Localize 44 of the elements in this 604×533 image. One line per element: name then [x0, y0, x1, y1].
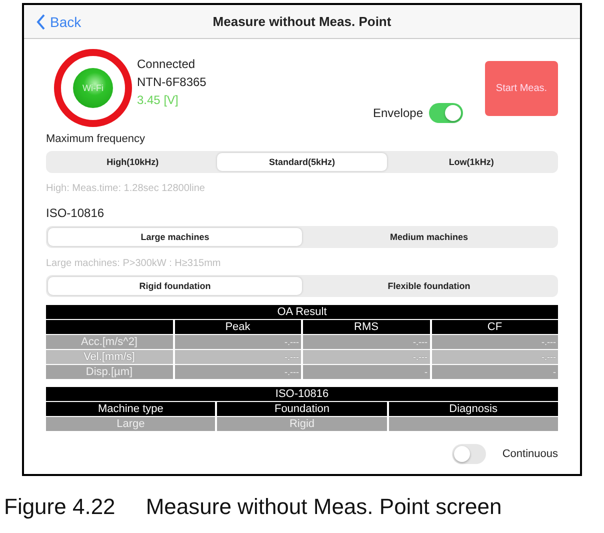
- screen-title: Measure without Meas. Point: [212, 14, 392, 29]
- chevron-left-icon: [36, 14, 46, 30]
- toggle-switch[interactable]: [452, 444, 486, 464]
- section-label: ISO-10816: [46, 206, 106, 220]
- hint-text: High: Meas.time: 1.28sec 12800line: [46, 183, 206, 194]
- table-cell: Large: [46, 417, 216, 431]
- wifi-status-icon: Wi-Fi: [73, 68, 113, 108]
- table-cell: -.---: [432, 350, 558, 364]
- table-cell: -.---: [303, 350, 430, 364]
- table-title: ISO-10816: [46, 387, 558, 401]
- connection-status: Connected: [137, 57, 196, 71]
- table-cell: -.---: [303, 335, 430, 349]
- table-cell: -.---: [174, 365, 301, 379]
- section-label: Maximum frequency: [46, 133, 146, 145]
- continuous-label: Continuous: [502, 448, 558, 460]
- table-cell: -.---: [174, 350, 301, 364]
- voltage-reading: 3.45 [V]: [137, 93, 180, 107]
- table-title: OA Result: [46, 305, 558, 319]
- table-header: Diagnosis: [388, 402, 558, 416]
- table-header: Peak: [174, 320, 301, 334]
- table-cell: Vel.[mm/s]: [46, 350, 172, 364]
- table-header: RMS: [303, 320, 430, 334]
- device-name: NTN-6F8365: [137, 75, 206, 89]
- segment-tab[interactable]: High(10kHz): [48, 153, 218, 171]
- table-header: CF: [432, 320, 558, 334]
- hint-text: Large machines: P>300kW : H≥315mm: [46, 258, 222, 269]
- segment-tab[interactable]: Large machines: [48, 228, 302, 246]
- table-cell: Rigid: [217, 417, 387, 431]
- table-cell: -: [303, 365, 430, 379]
- table-cell: Disp.[µm]: [46, 365, 172, 379]
- table-cell: Acc.[m/s^2]: [46, 335, 172, 349]
- segment-tab[interactable]: Standard(5kHz): [217, 153, 387, 171]
- table-cell: -.---: [174, 335, 301, 349]
- segment-tab[interactable]: Medium machines: [302, 228, 556, 246]
- table-cell: -.---: [432, 335, 558, 349]
- table-cell: -: [432, 365, 558, 379]
- figure-caption: Figure 4.22 Measure without Meas. Point screen: [4, 494, 503, 520]
- table-header: Foundation: [217, 402, 387, 416]
- envelope-label: Envelope: [372, 106, 423, 120]
- segment-tab[interactable]: Flexible foundation: [302, 277, 556, 295]
- segment-tab[interactable]: Low(1kHz): [386, 153, 556, 171]
- table-header: Machine type: [46, 402, 216, 416]
- segment-tab[interactable]: Rigid foundation: [48, 277, 302, 295]
- toggle-switch[interactable]: [429, 103, 463, 123]
